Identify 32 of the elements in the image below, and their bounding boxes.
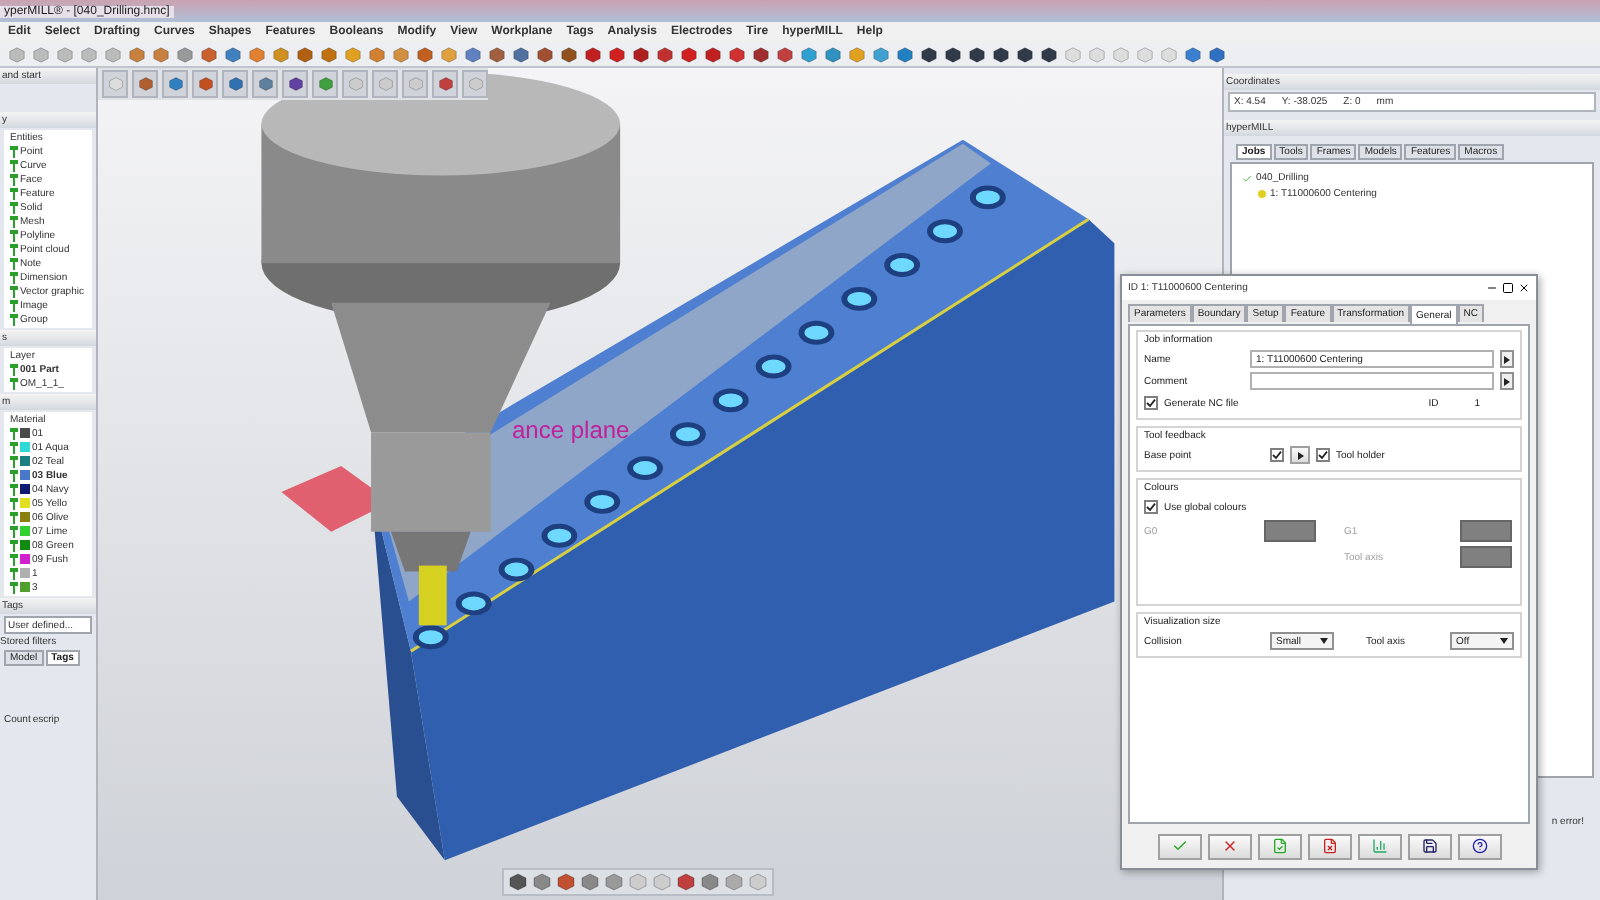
arrow-icon — [1504, 377, 1510, 385]
caret-icon — [1320, 638, 1328, 644]
bulb-icon — [1258, 189, 1266, 199]
help-icon — [1471, 838, 1487, 854]
ok-button[interactable] — [1157, 833, 1201, 859]
checkbox[interactable] — [1144, 500, 1158, 514]
base-point-button[interactable] — [1290, 446, 1310, 464]
close-icon[interactable] — [1518, 282, 1530, 294]
apply-button[interactable] — [1257, 833, 1301, 859]
cross-icon — [1221, 838, 1237, 854]
comment-field[interactable] — [1250, 372, 1494, 390]
checkbox[interactable] — [1270, 448, 1284, 462]
cancel-button[interactable] — [1207, 833, 1251, 859]
discard-button[interactable] — [1307, 833, 1351, 859]
help-button[interactable] — [1457, 833, 1501, 859]
check-icon — [1242, 173, 1252, 183]
checkbox[interactable] — [1316, 448, 1330, 462]
save-button[interactable] — [1407, 833, 1451, 859]
caret-icon — [1500, 638, 1508, 644]
maximize-icon[interactable] — [1502, 282, 1514, 294]
file-check-icon — [1271, 838, 1287, 854]
arrow-icon — [1297, 451, 1303, 459]
arrow-button[interactable] — [1500, 372, 1514, 390]
save-icon — [1421, 838, 1437, 854]
check-icon — [1171, 838, 1187, 854]
arrow-button[interactable] — [1500, 350, 1514, 368]
arrow-icon — [1504, 355, 1510, 363]
chart-icon — [1371, 838, 1387, 854]
file-cross-icon — [1321, 838, 1337, 854]
plane-label: ance plane — [512, 416, 630, 444]
checkbox[interactable] — [1144, 396, 1158, 410]
minimize-icon[interactable] — [1486, 282, 1498, 294]
